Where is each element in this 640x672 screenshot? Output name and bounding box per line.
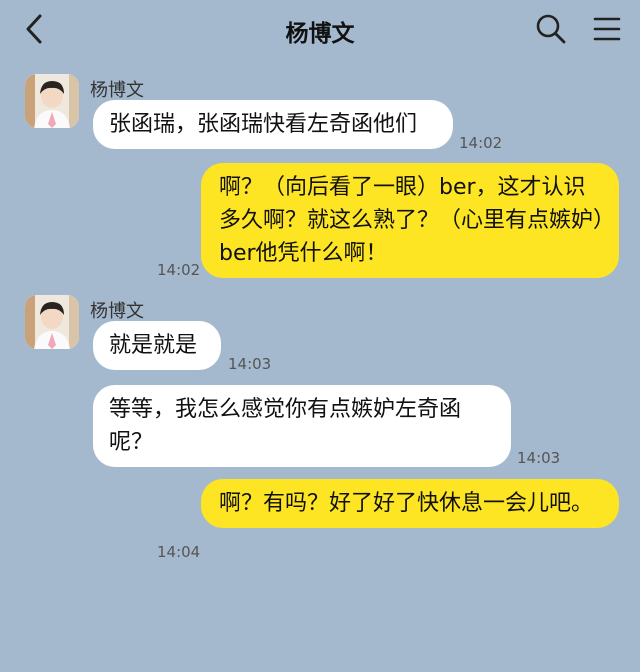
contact-avatar[interactable] [25, 74, 79, 128]
message-time: 14:02 [459, 134, 503, 152]
message-bubble-incoming[interactable]: 等等，我怎么感觉你有点嫉妒左奇函呢？ [93, 385, 511, 467]
menu-icon[interactable] [590, 12, 624, 46]
sender-name: 杨博文 [90, 80, 144, 101]
message-time: 14:03 [228, 355, 272, 373]
contact-avatar[interactable] [25, 295, 79, 349]
message-bubble-outgoing[interactable]: 啊？（向后看了一眼）ber，这才认识多久啊？就这么熟了？（心里有点嫉妒）ber他… [201, 163, 619, 278]
chat-header: 杨博文 [0, 0, 640, 58]
message-bubble-outgoing[interactable]: 啊？有吗？好了好了快休息一会儿吧。 [201, 479, 619, 528]
sender-name: 杨博文 [90, 301, 144, 322]
message-time: 14:03 [517, 449, 561, 467]
message-bubble-incoming[interactable]: 张函瑞，张函瑞快看左奇函他们 [93, 100, 453, 149]
message-time: 14:04 [157, 543, 201, 561]
message-time: 14:02 [157, 261, 201, 279]
search-icon[interactable] [534, 12, 568, 46]
message-bubble-incoming[interactable]: 就是就是 [93, 321, 221, 370]
